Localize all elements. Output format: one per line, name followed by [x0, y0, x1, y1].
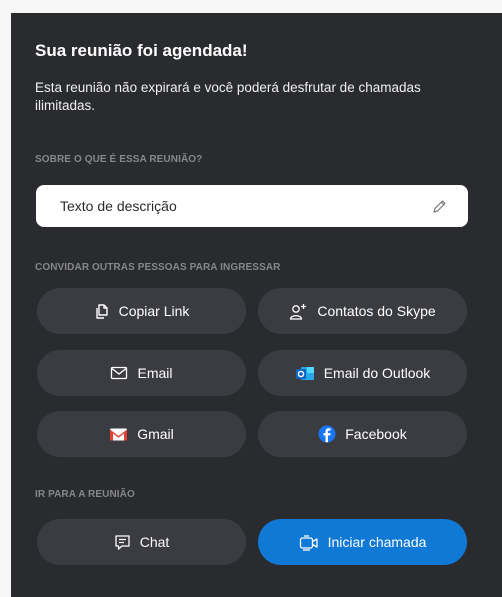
facebook-icon: [318, 425, 336, 443]
email-label: Email: [137, 365, 173, 381]
outlook-icon: [295, 365, 315, 382]
gmail-label: Gmail: [137, 426, 174, 442]
envelope-icon: [110, 366, 128, 380]
pencil-icon[interactable]: [431, 198, 448, 215]
panel-subtitle: Esta reunião não expirará e você poderá …: [35, 80, 421, 113]
start-call-label: Iniciar chamada: [327, 534, 427, 550]
about-section-heading: SOBRE O QUE É ESSA REUNIÃO?: [35, 154, 203, 165]
start-call-button[interactable]: Iniciar chamada: [258, 519, 467, 565]
gmail-icon: [109, 427, 128, 442]
facebook-label: Facebook: [345, 426, 407, 442]
outlook-email-button[interactable]: Email do Outlook: [258, 350, 467, 396]
description-text[interactable]: Texto de descrição: [60, 198, 177, 214]
add-contact-icon: [289, 303, 308, 320]
facebook-button[interactable]: Facebook: [258, 411, 467, 457]
description-field[interactable]: Texto de descrição: [36, 185, 468, 227]
skype-contacts-label: Contatos do Skype: [317, 303, 436, 319]
skype-contacts-button[interactable]: Contatos do Skype: [258, 288, 467, 334]
meeting-scheduled-panel: Sua reunião foi agendada! Esta reunião n…: [11, 13, 502, 597]
gmail-button[interactable]: Gmail: [37, 411, 246, 457]
copy-link-button[interactable]: Copiar Link: [37, 288, 246, 334]
panel-title: Sua reunião foi agendada!: [35, 41, 248, 60]
copy-icon: [94, 303, 110, 320]
meeting-section-heading: IR PARA A REUNIÃO: [35, 489, 135, 500]
invite-section-heading: CONVIDAR OUTRAS PESSOAS PARA INGRESSAR: [35, 262, 281, 273]
chat-button[interactable]: Chat: [37, 519, 246, 565]
outlook-email-label: Email do Outlook: [323, 365, 431, 381]
chat-icon: [114, 534, 131, 551]
video-call-icon: [299, 534, 319, 551]
copy-link-label: Copiar Link: [118, 303, 190, 319]
email-button[interactable]: Email: [37, 350, 246, 396]
chat-label: Chat: [139, 534, 170, 550]
